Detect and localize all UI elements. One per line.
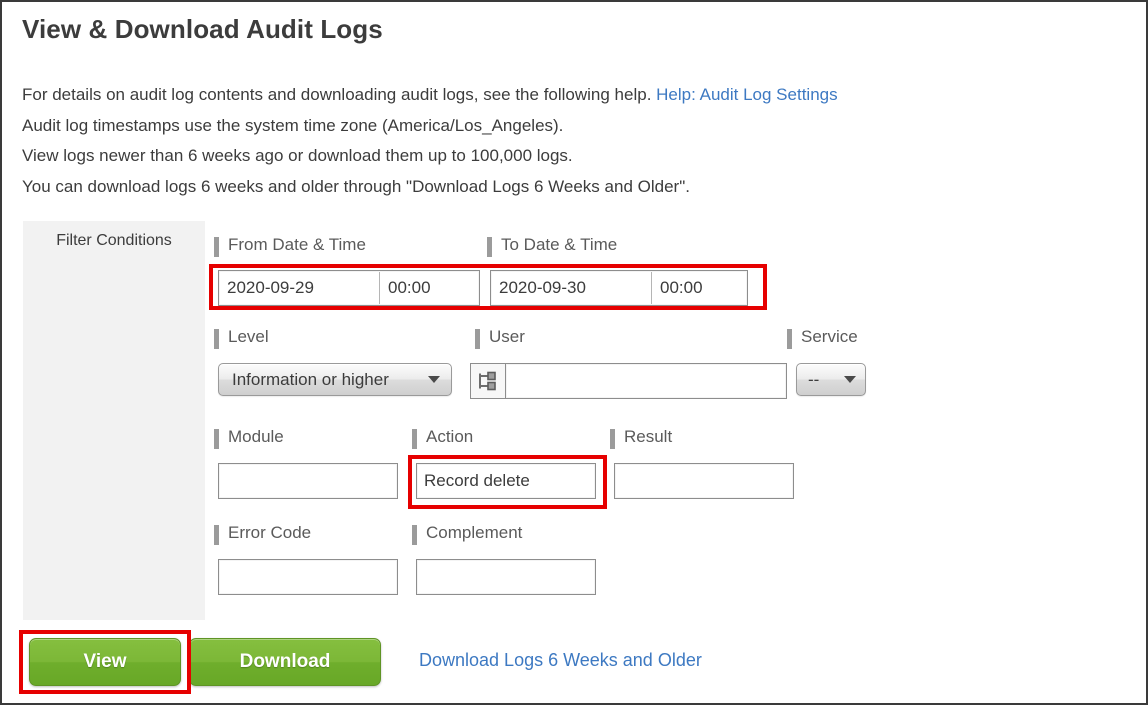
service-label: Service bbox=[787, 327, 858, 349]
download-button[interactable]: Download bbox=[189, 638, 381, 686]
chevron-down-icon bbox=[428, 376, 440, 383]
from-date-input[interactable] bbox=[219, 271, 379, 305]
action-input[interactable] bbox=[416, 463, 596, 499]
from-time-input[interactable] bbox=[380, 271, 473, 305]
service-select[interactable]: -- bbox=[796, 363, 866, 396]
result-input[interactable] bbox=[614, 463, 794, 499]
description-line-1-text: For details on audit log contents and do… bbox=[22, 85, 657, 104]
description-line-3: View logs newer than 6 weeks ago or down… bbox=[22, 146, 573, 165]
description-line-1: For details on audit log contents and do… bbox=[22, 80, 838, 111]
download-button-label: Download bbox=[239, 651, 331, 672]
module-label: Module bbox=[214, 427, 284, 449]
filter-fields-area: From Date & Time To Date & Time Level Us… bbox=[205, 221, 1130, 620]
service-select-value: -- bbox=[808, 369, 820, 389]
chevron-down-icon bbox=[844, 376, 856, 383]
complement-input[interactable] bbox=[416, 559, 596, 595]
level-select[interactable]: Information or higher bbox=[218, 363, 452, 396]
level-select-value: Information or higher bbox=[232, 369, 389, 389]
to-date-time-label: To Date & Time bbox=[487, 235, 617, 257]
description-line-4: You can download logs 6 weeks and older … bbox=[22, 176, 690, 196]
complement-label: Complement bbox=[412, 523, 522, 545]
user-input[interactable] bbox=[506, 363, 787, 399]
description-line-2: Audit log timestamps use the system time… bbox=[22, 115, 564, 135]
from-date-time-label: From Date & Time bbox=[214, 235, 366, 257]
level-label: Level bbox=[214, 327, 269, 349]
help-audit-log-settings-link[interactable]: Help: Audit Log Settings bbox=[656, 85, 837, 104]
description-block: For details on audit log contents and do… bbox=[22, 80, 838, 202]
error-code-input[interactable] bbox=[218, 559, 398, 595]
user-label: User bbox=[475, 327, 525, 349]
audit-logs-page: View & Download Audit Logs For details o… bbox=[0, 0, 1148, 705]
user-picker bbox=[470, 363, 787, 399]
to-date-input[interactable] bbox=[491, 271, 651, 305]
view-button-label: View bbox=[83, 651, 127, 672]
page-title: View & Download Audit Logs bbox=[22, 14, 383, 44]
module-input[interactable] bbox=[218, 463, 398, 499]
filter-conditions-label: Filter Conditions bbox=[56, 232, 172, 249]
to-date-time-group bbox=[490, 270, 748, 306]
result-label: Result bbox=[610, 427, 672, 449]
org-tree-picker-icon[interactable] bbox=[470, 363, 506, 399]
action-label: Action bbox=[412, 427, 473, 449]
filter-conditions-panel: Filter Conditions bbox=[23, 221, 205, 620]
from-date-time-group bbox=[218, 270, 480, 306]
view-button[interactable]: View bbox=[29, 638, 181, 686]
error-code-label: Error Code bbox=[214, 523, 311, 545]
to-time-input[interactable] bbox=[652, 271, 745, 305]
download-logs-6-weeks-and-older-link[interactable]: Download Logs 6 Weeks and Older bbox=[419, 650, 702, 671]
